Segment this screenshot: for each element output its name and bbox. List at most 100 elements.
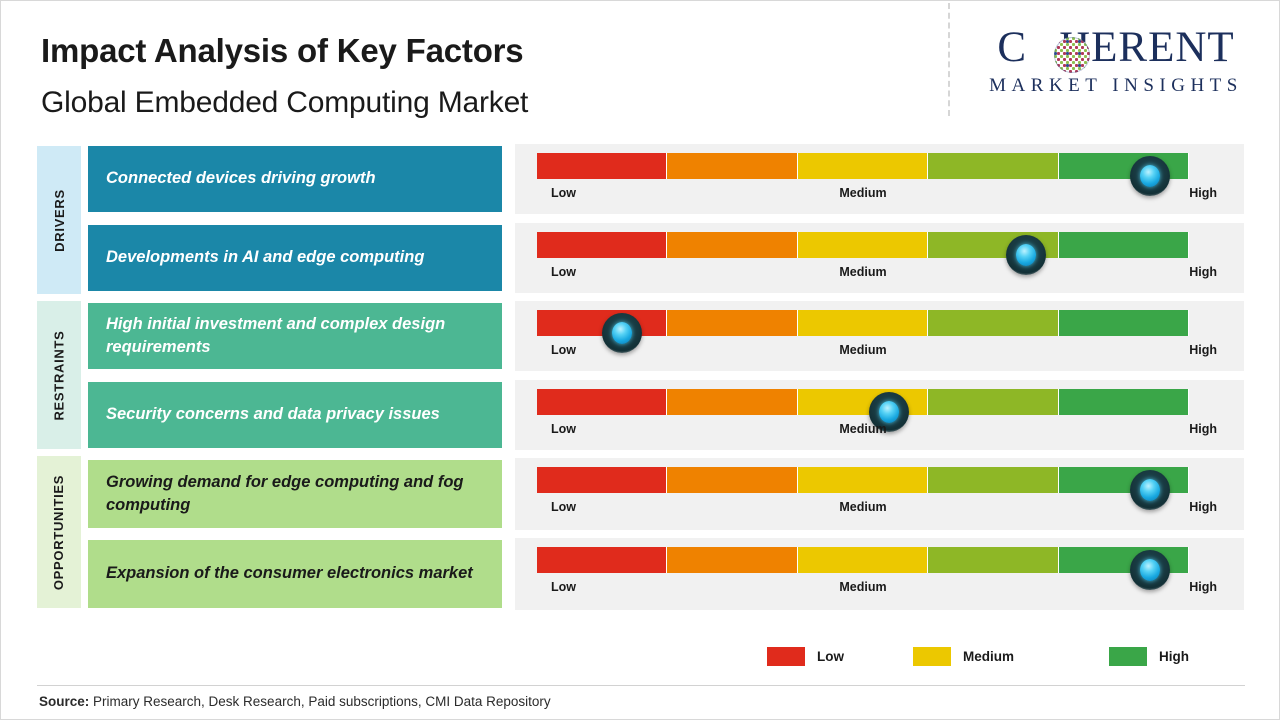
impact-gauge: Low Medium High <box>515 458 1244 530</box>
impact-gauge: Low Medium High <box>515 223 1244 293</box>
gauge-bar <box>537 310 1190 353</box>
factor-box: Connected devices driving growth <box>88 146 502 212</box>
gauge-scale-labels: Low Medium High <box>537 422 1217 442</box>
scale-label-high: High <box>1189 186 1217 200</box>
factor-label: Connected devices driving growth <box>106 169 376 188</box>
factor-label: High initial investment and complex desi… <box>106 314 446 356</box>
impact-gauge: Low Medium High <box>515 301 1244 371</box>
scale-label-high: High <box>1189 500 1217 514</box>
scale-label-high: High <box>1189 422 1217 436</box>
gauge-segment-5 <box>1058 232 1190 258</box>
scale-label-low: Low <box>551 186 576 200</box>
gauge-segment-3 <box>797 547 929 573</box>
gauge-segment-4 <box>928 310 1059 336</box>
factor-label: Developments in AI and edge computing <box>106 248 425 267</box>
gauge-bar <box>537 547 1190 590</box>
impact-gauge: Low Medium High <box>515 144 1244 214</box>
gauge-segment-4 <box>928 547 1059 573</box>
scale-label-medium: Medium <box>839 265 887 279</box>
scale-label-high: High <box>1189 580 1217 594</box>
impact-gauge: Low Medium High <box>515 380 1244 450</box>
legend-item-low: Low <box>767 647 844 666</box>
gauge-scale-labels: Low Medium High <box>537 500 1217 520</box>
gauge-segment-2 <box>667 547 798 573</box>
factor-label: Security concerns and data privacy issue… <box>106 405 440 424</box>
legend-label-medium: Medium <box>963 649 1015 664</box>
logo-wordmark-text: C <box>997 24 1028 71</box>
gauge-segment-5 <box>1058 389 1190 415</box>
legend-label-low: Low <box>817 649 844 664</box>
scale-label-medium: Medium <box>839 422 887 436</box>
gauge-scale-labels: Low Medium High <box>537 186 1217 206</box>
scale-label-medium: Medium <box>839 580 887 594</box>
category-rail-drivers: DRIVERS <box>37 146 81 294</box>
header: Impact Analysis of Key Factors Global Em… <box>1 1 1279 131</box>
category-rail-restraints: RESTRAINTS <box>37 301 81 449</box>
gauge-bar <box>537 153 1190 196</box>
page-subtitle: Global Embedded Computing Market <box>41 86 529 119</box>
category-label-drivers: DRIVERS <box>51 188 67 252</box>
source-label: Source: <box>39 694 90 709</box>
gauge-scale-labels: Low Medium High <box>537 265 1217 285</box>
scale-label-medium: Medium <box>839 500 887 514</box>
factor-box: High initial investment and complex desi… <box>88 303 502 369</box>
legend-item-medium: Medium <box>913 647 1014 666</box>
scale-label-high: High <box>1189 343 1217 357</box>
gauge-segment-2 <box>667 153 798 179</box>
gauge-segment-1 <box>537 467 668 493</box>
gauge-scale-labels: Low Medium High <box>537 343 1217 363</box>
category-rail-opportunities: OPPORTUNITIES <box>37 456 81 608</box>
source-note: Source: Primary Research, Desk Research,… <box>39 694 551 709</box>
legend-swatch-low <box>767 647 805 666</box>
gauge-segment-3 <box>797 467 929 493</box>
header-divider <box>948 3 950 116</box>
gauge-segment-1 <box>537 153 668 179</box>
legend-swatch-high <box>1109 647 1147 666</box>
scale-label-low: Low <box>551 500 576 514</box>
factor-box: Security concerns and data privacy issue… <box>88 382 502 448</box>
gauge-segment-4 <box>928 153 1059 179</box>
scale-label-medium: Medium <box>839 186 887 200</box>
gauge-segment-3 <box>797 232 929 258</box>
scale-label-high: High <box>1189 265 1217 279</box>
factor-box: Growing demand for edge computing and fo… <box>88 460 502 528</box>
scale-label-low: Low <box>551 422 576 436</box>
gauge-segment-3 <box>797 310 929 336</box>
page-title: Impact Analysis of Key Factors <box>41 32 524 69</box>
logo: COHERENT MARKET INSIGHTS <box>966 23 1266 103</box>
gauge-bar <box>537 389 1190 432</box>
scale-label-low: Low <box>551 265 576 279</box>
gauge-segment-2 <box>667 232 798 258</box>
logo-tagline: MARKET INSIGHTS <box>989 75 1243 96</box>
source-text: Primary Research, Desk Research, Paid su… <box>89 694 551 709</box>
category-label-restraints: RESTRAINTS <box>51 329 67 421</box>
legend: Low Medium High <box>761 647 1201 669</box>
gauge-segment-3 <box>797 153 929 179</box>
gauge-segment-4 <box>928 389 1059 415</box>
legend-item-high: High <box>1109 647 1189 666</box>
gauge-segment-2 <box>667 389 798 415</box>
factor-label: Growing demand for edge computing and fo… <box>106 472 464 514</box>
impact-gauge: Low Medium High <box>515 538 1244 610</box>
category-label-opportunities: OPPORTUNITIES <box>51 474 67 590</box>
gauge-segment-1 <box>537 232 668 258</box>
legend-swatch-medium <box>913 647 951 666</box>
gauge-segment-1 <box>537 547 668 573</box>
footer-divider <box>37 685 1245 686</box>
gauge-bar <box>537 467 1190 510</box>
gauge-segment-4 <box>928 467 1059 493</box>
scale-label-low: Low <box>551 580 576 594</box>
scale-label-medium: Medium <box>839 343 887 357</box>
scale-label-low: Low <box>551 343 576 357</box>
legend-label-high: High <box>1159 649 1189 664</box>
globe-ring-icon <box>1054 37 1090 73</box>
factor-box: Developments in AI and edge computing <box>88 225 502 291</box>
gauge-segment-1 <box>537 389 668 415</box>
gauge-bar <box>537 232 1190 275</box>
logo-wordmark: COHERENT <box>966 23 1266 72</box>
gauge-segment-5 <box>1058 310 1190 336</box>
factor-label: Expansion of the consumer electronics ma… <box>106 564 473 583</box>
gauge-segment-2 <box>667 467 798 493</box>
infographic-page: Impact Analysis of Key Factors Global Em… <box>0 0 1280 720</box>
gauge-segment-2 <box>667 310 798 336</box>
